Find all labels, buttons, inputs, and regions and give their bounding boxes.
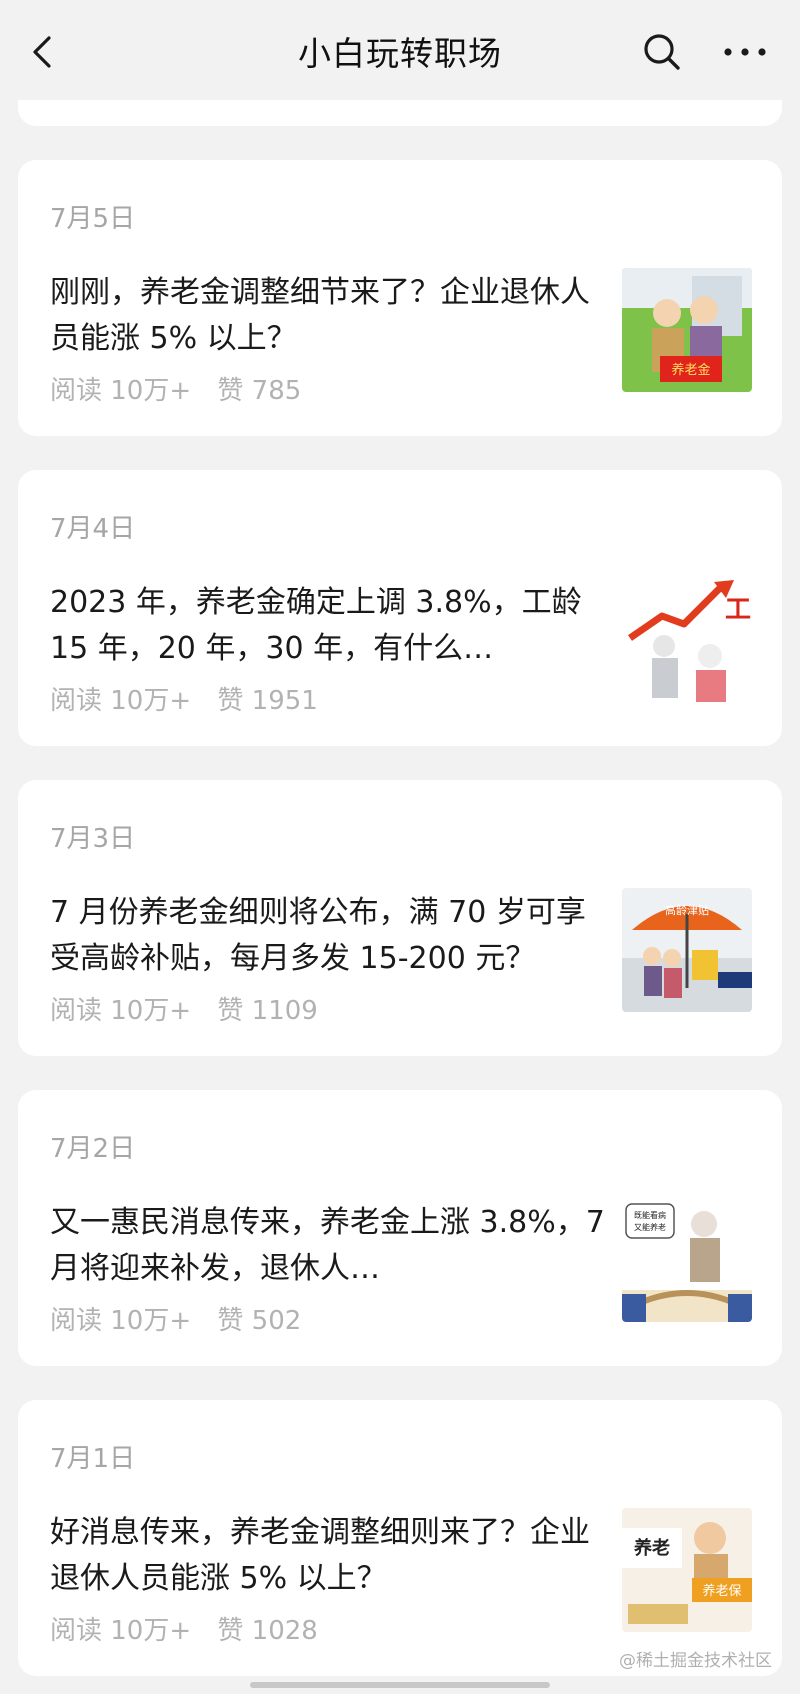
article-card[interactable]: 7月3日 7 月份养老金细则将公布，满 70 岁可享受高龄补贴，每月多发 15-… <box>18 780 782 1056</box>
rising-arrow-illustration: 工 <box>622 578 752 702</box>
svg-text:高龄津贴: 高龄津贴 <box>665 903 709 917</box>
article-date: 7月2日 <box>50 1134 136 1164</box>
article-meta: 阅读 10万+ 赞 1951 <box>50 680 336 717</box>
like-count: 赞 1028 <box>217 1616 318 1646</box>
svg-text:养老金: 养老金 <box>671 362 710 378</box>
more-button[interactable] <box>720 30 770 74</box>
article-card[interactable]: 7月4日 2023 年，养老金确定上调 3.8%，工龄 15 年，20 年，30… <box>18 470 782 746</box>
svg-text:养老保: 养老保 <box>702 1583 741 1599</box>
read-count: 阅读 10万+ <box>50 686 192 716</box>
svg-text:养老: 养老 <box>633 1537 670 1559</box>
article-meta: 阅读 10万+ 赞 1028 <box>50 1610 336 1647</box>
article-date: 7月4日 <box>50 514 136 544</box>
article-card[interactable]: 7月5日 刚刚，养老金调整细节来了？企业退休人员能涨 5% 以上？ 阅读 10万… <box>18 160 782 436</box>
article-headline[interactable]: 又一惠民消息传来，养老金上涨 3.8%，7 月将迎来补发，退休人… <box>50 1200 610 1292</box>
article-headline[interactable]: 好消息传来，养老金调整细则来了？企业退休人员能涨 5% 以上？ <box>50 1510 610 1602</box>
article-headline[interactable]: 刚刚，养老金调整细节来了？企业退休人员能涨 5% 以上？ <box>50 270 610 362</box>
article-headline[interactable]: 7 月份养老金细则将公布，满 70 岁可享受高龄补贴，每月多发 15-200 元… <box>50 890 610 982</box>
article-date: 7月5日 <box>50 204 136 234</box>
read-count: 阅读 10万+ <box>50 996 192 1026</box>
article-meta: 阅读 10万+ 赞 502 <box>50 1300 319 1337</box>
like-count: 赞 1109 <box>217 996 318 1026</box>
umbrella-subsidy-illustration: 高龄津贴 <box>622 888 752 1012</box>
pension-couple-illustration: 养老金 <box>622 268 752 392</box>
article-date: 7月3日 <box>50 824 136 854</box>
article-meta: 阅读 10万+ 赞 1109 <box>50 990 336 1027</box>
pension-insurance-illustration: 养老 养老保 <box>622 1508 752 1632</box>
svg-text:又能养老: 又能养老 <box>634 1222 666 1232</box>
article-thumbnail[interactable]: 养老金 <box>622 268 752 392</box>
article-thumbnail[interactable]: 养老 养老保 <box>622 1508 752 1632</box>
article-date: 7月1日 <box>50 1444 136 1474</box>
search-button[interactable] <box>640 30 684 74</box>
like-count: 赞 1951 <box>217 686 318 716</box>
svg-text:工: 工 <box>725 595 751 625</box>
top-bar: 小白玩转职场 <box>0 0 800 100</box>
article-thumbnail[interactable]: 工 <box>622 578 752 702</box>
read-count: 阅读 10万+ <box>50 1616 192 1646</box>
article-meta: 阅读 10万+ 赞 785 <box>50 370 319 407</box>
read-count: 阅读 10万+ <box>50 376 192 406</box>
svg-text:既能看病: 既能看病 <box>634 1210 666 1220</box>
read-count: 阅读 10万+ <box>50 1306 192 1336</box>
article-thumbnail[interactable]: 高龄津贴 <box>622 888 752 1012</box>
like-count: 赞 785 <box>217 376 302 406</box>
article-card[interactable]: 7月2日 又一惠民消息传来，养老金上涨 3.8%，7 月将迎来补发，退休人… 阅… <box>18 1090 782 1366</box>
article-card[interactable]: 7月1日 好消息传来，养老金调整细则来了？企业退休人员能涨 5% 以上？ 阅读 … <box>18 1400 782 1676</box>
search-icon <box>644 34 680 70</box>
article-list-page: 小白玩转职场 7月5日 刚刚，养老金调整细节来了？企业退休人员能涨 5% 以上？… <box>0 0 800 1694</box>
home-indicator[interactable] <box>250 1682 550 1688</box>
article-headline[interactable]: 2023 年，养老金确定上调 3.8%，工龄 15 年，20 年，30 年，有什… <box>50 580 610 672</box>
more-dots-icon <box>724 48 766 56</box>
article-thumbnail[interactable]: 既能看病 又能养老 <box>622 1198 752 1322</box>
like-count: 赞 502 <box>217 1306 302 1336</box>
watermark-text: @稀土掘金技术社区 <box>619 1651 772 1671</box>
handshake-illustration: 既能看病 又能养老 <box>622 1198 752 1322</box>
